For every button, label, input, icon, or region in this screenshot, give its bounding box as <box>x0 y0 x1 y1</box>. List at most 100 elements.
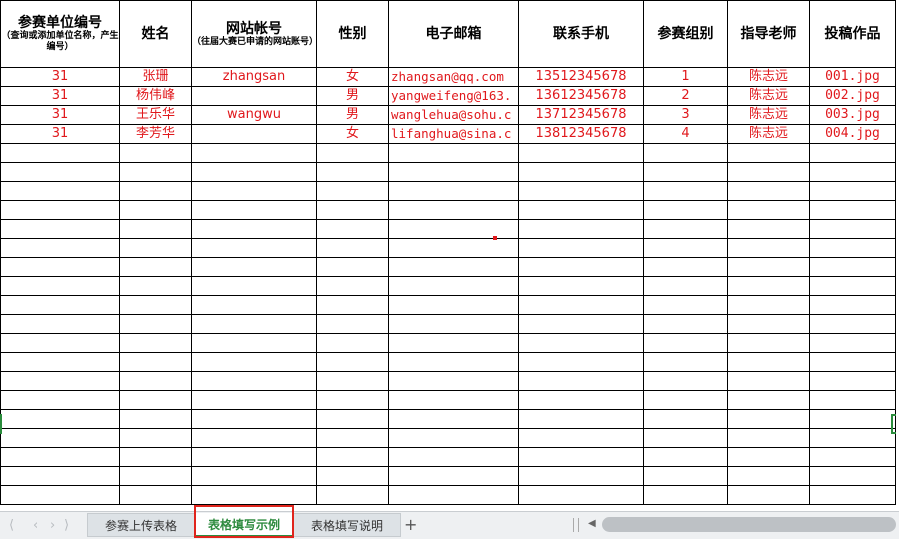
cell-work[interactable] <box>809 333 896 353</box>
cell-account[interactable] <box>191 485 317 505</box>
cell-name[interactable] <box>119 200 192 220</box>
cell-teacher[interactable]: 陈志远 <box>727 86 810 106</box>
cell-gender[interactable]: 男 <box>316 86 389 106</box>
cell-work[interactable] <box>809 371 896 391</box>
cell-unit[interactable] <box>0 390 120 410</box>
cell-work[interactable] <box>809 352 896 372</box>
cell-unit[interactable] <box>0 485 120 505</box>
cell-work[interactable] <box>809 238 896 258</box>
cell-phone[interactable] <box>518 219 644 239</box>
cell-phone[interactable] <box>518 276 644 296</box>
cell-account[interactable] <box>191 352 317 372</box>
cell-email[interactable]: lifanghua@sina.c <box>388 124 519 144</box>
cell-email[interactable] <box>388 333 519 353</box>
cell-name[interactable] <box>119 219 192 239</box>
cell-phone[interactable] <box>518 143 644 163</box>
cell-gender[interactable] <box>316 314 389 334</box>
cell-unit[interactable] <box>0 143 120 163</box>
cell-gender[interactable] <box>316 181 389 201</box>
cell-gender[interactable] <box>316 200 389 220</box>
cell-group[interactable] <box>643 409 728 429</box>
cell-group[interactable]: 3 <box>643 105 728 125</box>
cell-teacher[interactable]: 陈志远 <box>727 105 810 125</box>
cell-unit[interactable] <box>0 181 120 201</box>
cell-unit[interactable] <box>0 276 120 296</box>
cell-group[interactable] <box>643 447 728 467</box>
cell-phone[interactable]: 13612345678 <box>518 86 644 106</box>
cell-phone[interactable] <box>518 181 644 201</box>
cell-work[interactable] <box>809 162 896 182</box>
cell-gender[interactable] <box>316 485 389 505</box>
cell-teacher[interactable] <box>727 314 810 334</box>
cell-gender[interactable] <box>316 276 389 296</box>
cell-work[interactable] <box>809 485 896 505</box>
add-sheet-icon[interactable]: + <box>404 515 417 534</box>
cell-name[interactable] <box>119 238 192 258</box>
cell-account[interactable] <box>191 447 317 467</box>
cell-name[interactable] <box>119 390 192 410</box>
cell-group[interactable] <box>643 276 728 296</box>
cell-email[interactable] <box>388 485 519 505</box>
cell-phone[interactable] <box>518 200 644 220</box>
cell-group[interactable] <box>643 485 728 505</box>
cell-unit[interactable] <box>0 257 120 277</box>
cell-gender[interactable] <box>316 295 389 315</box>
first-sheet-icon[interactable]: ⟨ <box>9 518 14 533</box>
cell-phone[interactable] <box>518 314 644 334</box>
cell-group[interactable] <box>643 143 728 163</box>
cell-unit[interactable]: 31 <box>0 86 120 106</box>
cell-work[interactable] <box>809 314 896 334</box>
cell-unit[interactable]: 31 <box>0 105 120 125</box>
cell-name[interactable]: 王乐华 <box>119 105 192 125</box>
cell-phone[interactable] <box>518 257 644 277</box>
cell-teacher[interactable] <box>727 143 810 163</box>
cell-email[interactable] <box>388 447 519 467</box>
cell-phone[interactable] <box>518 447 644 467</box>
cell-name[interactable]: 张珊 <box>119 67 192 87</box>
cell-gender[interactable] <box>316 238 389 258</box>
cell-gender[interactable] <box>316 447 389 467</box>
cell-work[interactable]: 002.jpg <box>809 86 896 106</box>
cell-email[interactable] <box>388 466 519 486</box>
cell-email[interactable] <box>388 295 519 315</box>
cell-teacher[interactable] <box>727 333 810 353</box>
cell-group[interactable] <box>643 295 728 315</box>
cell-account[interactable] <box>191 86 317 106</box>
cell-email[interactable]: wanglehua@sohu.c <box>388 105 519 125</box>
cell-work[interactable] <box>809 257 896 277</box>
cell-name[interactable] <box>119 276 192 296</box>
next-sheet-icon[interactable]: › <box>50 518 55 533</box>
cell-email[interactable] <box>388 352 519 372</box>
split-handle[interactable] <box>573 518 579 532</box>
spreadsheet-grid[interactable]: 参赛单位编号 （查询或添加单位名称，产生编号） 姓名 网站帐号 （往届大赛已申请的网… <box>0 0 899 511</box>
cell-gender[interactable] <box>316 428 389 448</box>
cell-name[interactable]: 李芳华 <box>119 124 192 144</box>
cell-group[interactable]: 4 <box>643 124 728 144</box>
cell-account[interactable] <box>191 390 317 410</box>
cell-phone[interactable] <box>518 409 644 429</box>
cell-teacher[interactable] <box>727 352 810 372</box>
cell-name[interactable] <box>119 447 192 467</box>
cell-unit[interactable] <box>0 333 120 353</box>
cell-work[interactable] <box>809 276 896 296</box>
cell-teacher[interactable] <box>727 428 810 448</box>
cell-work[interactable] <box>809 466 896 486</box>
header-email[interactable]: 电子邮箱 <box>388 0 519 68</box>
cell-account[interactable] <box>191 314 317 334</box>
cell-account[interactable] <box>191 295 317 315</box>
cell-group[interactable] <box>643 314 728 334</box>
cell-account[interactable] <box>191 257 317 277</box>
cell-work[interactable]: 001.jpg <box>809 67 896 87</box>
cell-name[interactable] <box>119 314 192 334</box>
prev-sheet-icon[interactable]: ‹ <box>33 518 38 533</box>
cell-phone[interactable] <box>518 371 644 391</box>
cell-name[interactable] <box>119 371 192 391</box>
cell-account[interactable] <box>191 276 317 296</box>
cell-group[interactable]: 1 <box>643 67 728 87</box>
cell-work[interactable]: 003.jpg <box>809 105 896 125</box>
cell-phone[interactable] <box>518 390 644 410</box>
cell-teacher[interactable]: 陈志远 <box>727 67 810 87</box>
header-teacher[interactable]: 指导老师 <box>727 0 810 68</box>
scroll-left-icon[interactable]: ◀ <box>588 518 596 529</box>
cell-account[interactable] <box>191 238 317 258</box>
